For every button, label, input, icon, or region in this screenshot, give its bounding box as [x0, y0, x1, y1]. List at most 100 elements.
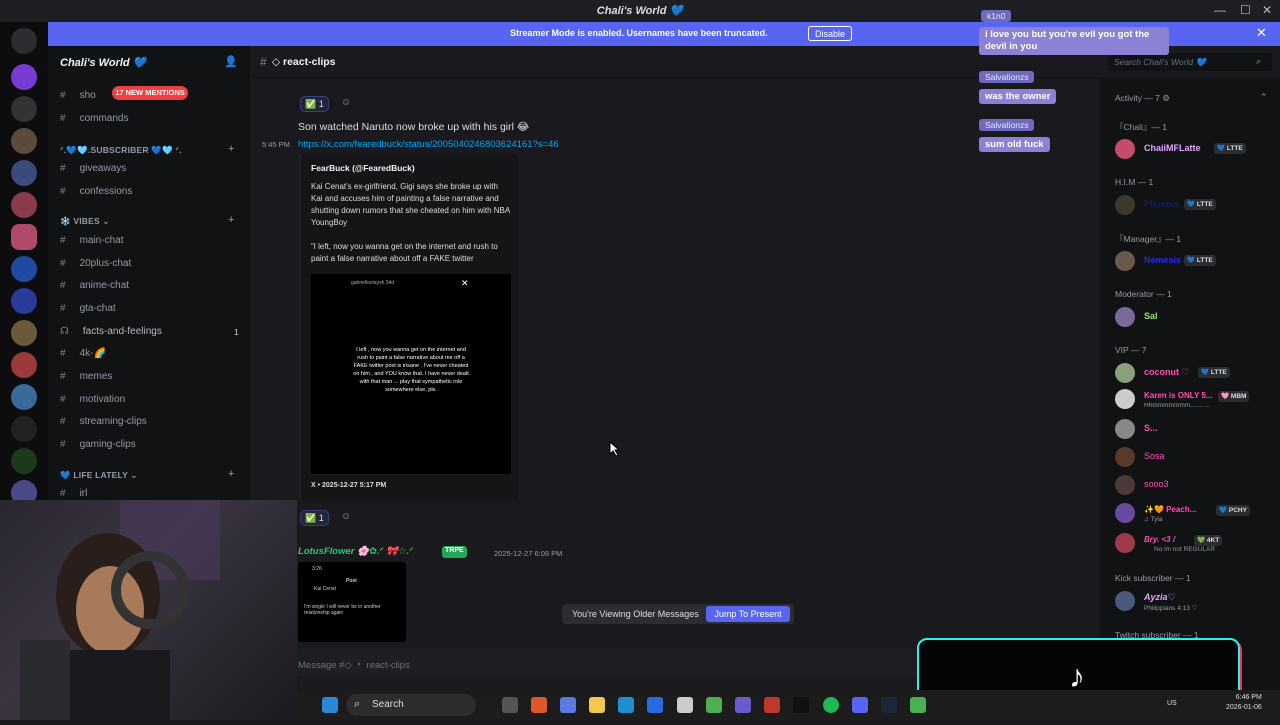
channel-item[interactable]: # giveaways: [60, 163, 126, 174]
channel-item[interactable]: # gaming-clips: [60, 439, 136, 450]
avatar[interactable]: [1115, 503, 1135, 523]
attached-image[interactable]: 3:26 Post Kai Cenat I'm single I will ne…: [298, 562, 406, 642]
member-name[interactable]: Ayzia♡: [1144, 592, 1176, 603]
member-name[interactable]: coconut ♡: [1144, 367, 1190, 378]
channel-item[interactable]: # confessions: [60, 186, 132, 197]
channel-item[interactable]: #20plus-chat: [60, 258, 131, 269]
embed-author[interactable]: FearBuck (@FearedBuck): [311, 163, 415, 173]
member-name[interactable]: Nemesis: [1144, 255, 1181, 265]
channel-item[interactable]: ☊ facts-and-feelings: [60, 326, 162, 337]
add-channel-icon[interactable]: +: [228, 143, 234, 155]
avatar[interactable]: [1115, 447, 1135, 467]
message-link[interactable]: https://x.com/fearedbuck/status/20050402…: [298, 139, 559, 150]
file-explorer-icon[interactable]: [589, 697, 605, 713]
server-icon[interactable]: [11, 320, 37, 346]
channel-item[interactable]: # sho: [60, 90, 96, 101]
member-name[interactable]: Bry. <3 /: [1144, 535, 1175, 544]
avatar[interactable]: [1115, 389, 1135, 409]
message-author[interactable]: LotusFlower 🌸✿.ᐟ 🎀☆.ᐟ: [298, 546, 413, 557]
keyboard-layout[interactable]: US: [1167, 700, 1177, 707]
member-name[interactable]: ✨🧡 Peach...: [1144, 505, 1196, 514]
server-icon[interactable]: [11, 416, 37, 442]
member-name[interactable]: sooo3: [1144, 479, 1169, 489]
channel-item[interactable]: # irl: [60, 488, 87, 499]
add-channel-icon[interactable]: +: [228, 214, 234, 226]
server-icon[interactable]: [11, 352, 37, 378]
close-banner-icon[interactable]: ✕: [1256, 25, 1267, 41]
embed-description: Kai Cenat's ex-girlfriend, Gigi says she…: [311, 181, 511, 265]
active-server-icon[interactable]: [11, 224, 37, 250]
clock-time: 6:46 PM: [1235, 694, 1262, 701]
avatar[interactable]: [1115, 591, 1135, 611]
add-member-icon[interactable]: 👤: [224, 55, 238, 68]
member-name[interactable]: Sal: [1144, 311, 1158, 321]
windows-start-icon[interactable]: [322, 697, 338, 713]
avatar[interactable]: [1115, 533, 1135, 553]
calendar-icon[interactable]: [677, 697, 693, 713]
channel-item[interactable]: # memes: [60, 371, 112, 382]
channel-item[interactable]: # commands: [60, 113, 128, 124]
discord-home-icon[interactable]: [11, 28, 37, 54]
reaction-check[interactable]: ✅ 1: [300, 96, 329, 112]
embed-image[interactable]: gabrielleelaysh 34d ✕ I left , now you w…: [311, 274, 511, 474]
system-clock[interactable]: 6:46 PM 2026-01-06: [1226, 693, 1262, 713]
avatar[interactable]: [1115, 307, 1135, 327]
category-vibes[interactable]: ❄️ VIBES ⌄: [60, 216, 110, 227]
taskview-icon[interactable]: [502, 697, 518, 713]
add-reaction-icon[interactable]: ☺: [341, 511, 351, 522]
server-icon[interactable]: [11, 256, 37, 282]
spotify-icon[interactable]: [823, 697, 839, 713]
category-subscriber[interactable]: ᐟ.💙🩵.SUBSCRIBER 💙🩵 ᐟ.: [60, 145, 182, 156]
edge-icon[interactable]: [618, 697, 634, 713]
chrome-icon[interactable]: [706, 697, 722, 713]
unread-count: 1: [234, 328, 239, 337]
avatar[interactable]: [1115, 195, 1135, 215]
member-name[interactable]: Karen is ONLY 5...: [1144, 391, 1212, 400]
member-name[interactable]: Phoenix: [1144, 199, 1179, 209]
reaction-check[interactable]: ✅ 1: [300, 510, 329, 526]
server-icon[interactable]: [11, 192, 37, 218]
minimize-button[interactable]: —: [1214, 3, 1226, 17]
close-window-button[interactable]: ✕: [1262, 3, 1272, 17]
channel-item[interactable]: # gta-chat: [60, 303, 116, 314]
server-icon[interactable]: [11, 128, 37, 154]
member-name[interactable]: S...: [1144, 423, 1158, 433]
disable-streamer-mode-button[interactable]: Disable: [808, 26, 853, 41]
app-icon[interactable]: [910, 697, 926, 713]
member-name[interactable]: Sosa: [1144, 451, 1165, 461]
avatar[interactable]: [1115, 251, 1135, 271]
server-icon[interactable]: [11, 64, 37, 90]
server-icon[interactable]: [11, 384, 37, 410]
channel-item[interactable]: # motivation: [60, 394, 125, 405]
maximize-button[interactable]: ☐: [1240, 3, 1251, 17]
app-icon[interactable]: [560, 697, 576, 713]
channel-item[interactable]: #4k-🌈: [60, 348, 106, 359]
teams-icon[interactable]: [735, 697, 751, 713]
category-life-lately[interactable]: 💙 LIFE LATELY ⌄: [60, 470, 138, 481]
channel-item[interactable]: # main-chat: [60, 235, 123, 246]
add-channel-icon[interactable]: +: [228, 468, 234, 480]
channel-item[interactable]: # anime-chat: [60, 280, 129, 291]
app-icon[interactable]: [647, 697, 663, 713]
server-icon[interactable]: [11, 96, 37, 122]
jump-to-present-button[interactable]: Jump To Present: [706, 606, 790, 622]
member-list: Activity — 7 ⚙ ⌃ 『Chali』— 1 ChaiiMFLatte…: [1100, 78, 1280, 690]
tiktok-icon[interactable]: [793, 697, 809, 713]
new-mentions-badge[interactable]: 17 NEW MENTIONS: [112, 86, 188, 100]
steam-icon[interactable]: [881, 697, 897, 713]
add-reaction-icon[interactable]: ☺: [341, 97, 351, 108]
folder-icon[interactable]: [11, 288, 37, 314]
server-name[interactable]: Chali's World 💙: [60, 56, 146, 69]
channel-item[interactable]: # streaming-clips: [60, 416, 147, 427]
avatar[interactable]: [1115, 419, 1135, 439]
server-icon[interactable]: [11, 160, 37, 186]
collapse-chevron-icon[interactable]: ⌃: [1260, 92, 1268, 103]
app-icon[interactable]: [531, 697, 547, 713]
avatar[interactable]: [1115, 475, 1135, 495]
reaction-count: 1: [318, 513, 324, 523]
discord-icon[interactable]: [852, 697, 868, 713]
app-icon[interactable]: [764, 697, 780, 713]
avatar[interactable]: [1115, 363, 1135, 383]
taskbar-search[interactable]: ⌕ Search: [346, 694, 476, 716]
server-icon[interactable]: [11, 448, 37, 474]
